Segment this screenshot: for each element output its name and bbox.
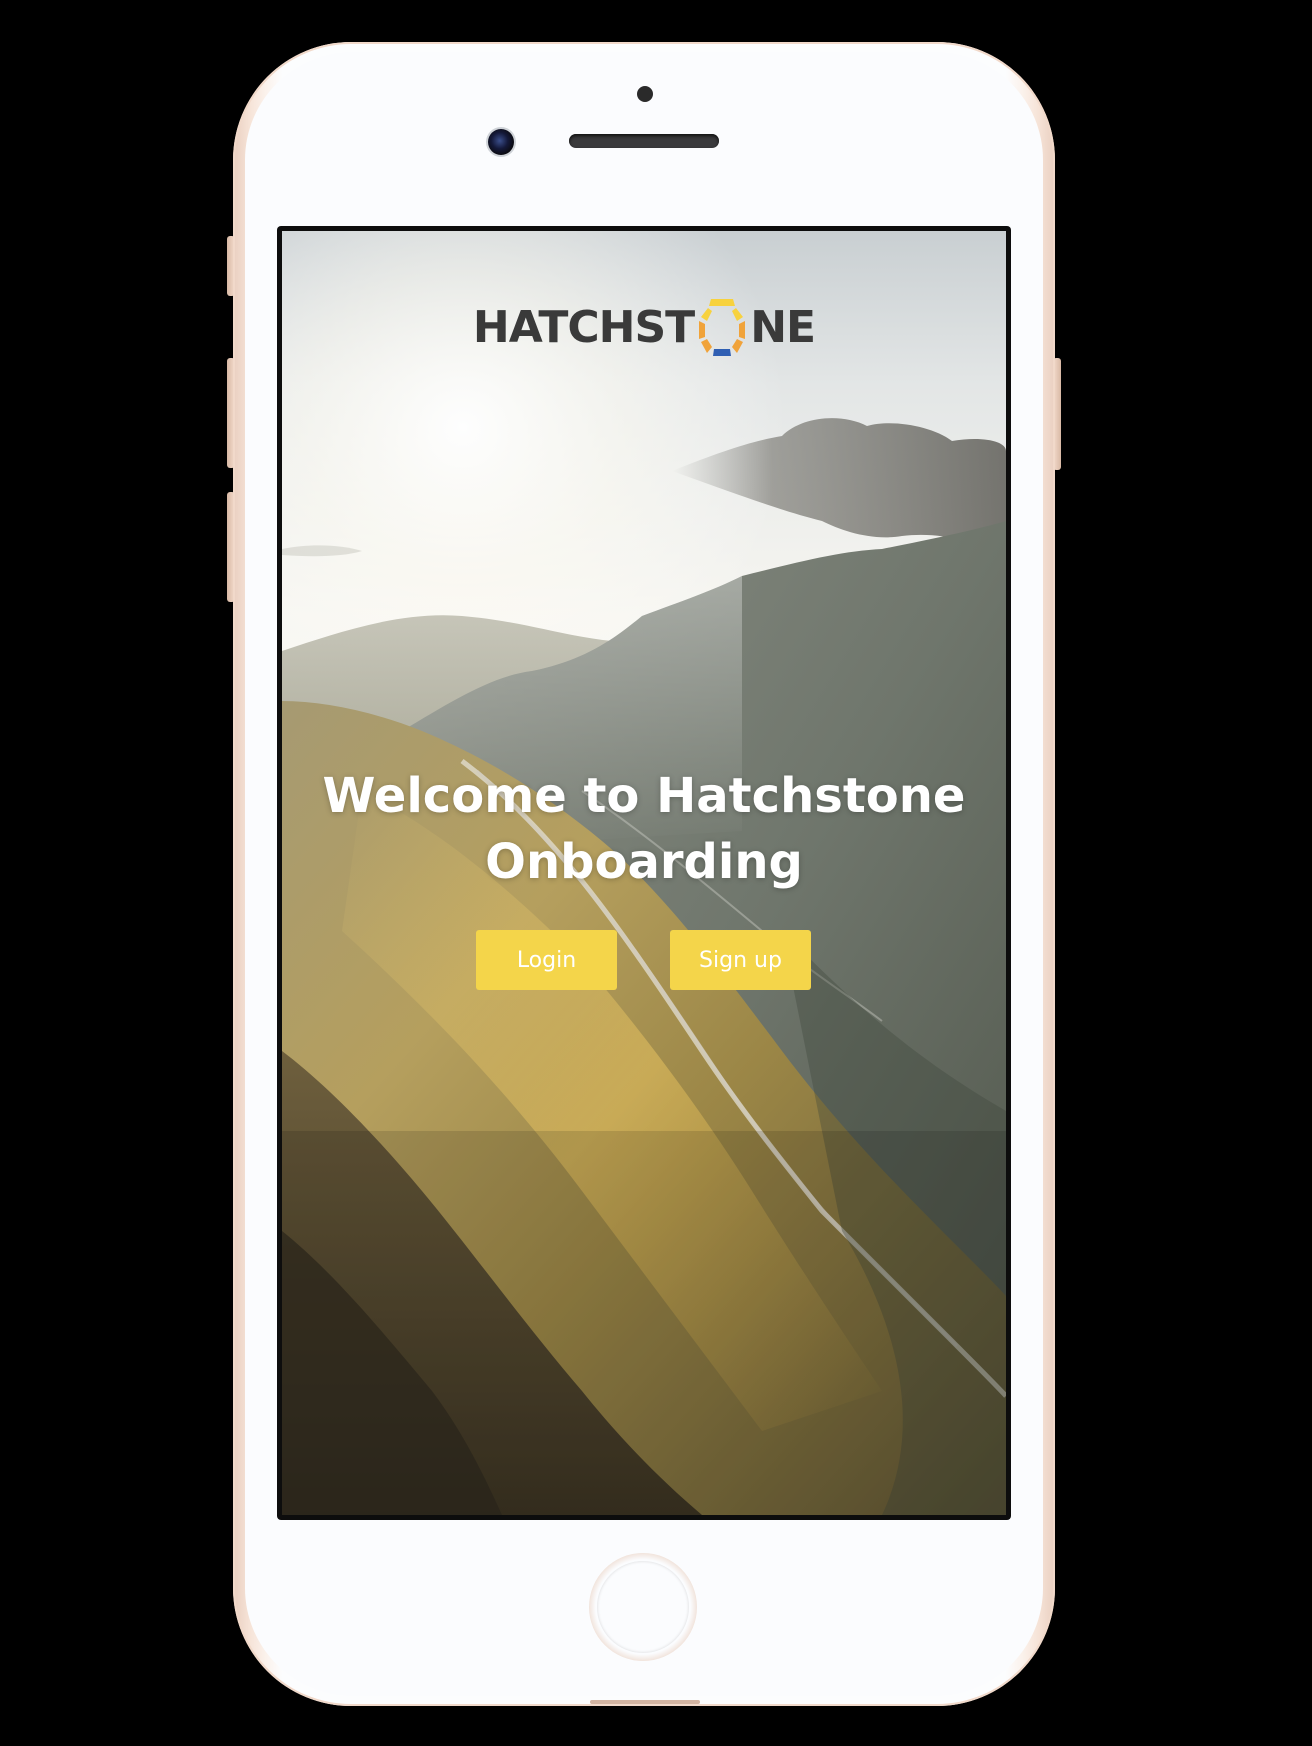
bottom-edge-seam <box>590 1700 700 1704</box>
welcome-line-2: Onboarding <box>485 834 803 890</box>
proximity-sensor <box>637 86 653 102</box>
logo-text-right: NE <box>750 301 816 353</box>
device-mockup: HATCHST NE Welcome to Hatchstone Onboard… <box>0 0 1312 1746</box>
signup-button[interactable]: Sign up <box>670 930 811 990</box>
home-button-face <box>597 1561 689 1653</box>
front-camera-icon <box>488 129 514 155</box>
home-button[interactable] <box>589 1553 697 1661</box>
welcome-line-1: Welcome to Hatchstone <box>322 768 966 824</box>
logo-gem-icon <box>699 299 746 356</box>
app-welcome-screen: HATCHST NE Welcome to Hatchstone Onboard… <box>282 231 1006 1515</box>
login-button[interactable]: Login <box>476 930 617 990</box>
hatchstone-logo: HATCHST NE <box>282 297 1006 357</box>
auth-button-row: Login Sign up <box>282 930 1006 992</box>
welcome-heading: Welcome to Hatchstone Onboarding <box>282 763 1006 895</box>
logo-text-left: HATCHST <box>472 301 695 353</box>
earpiece-speaker <box>569 134 719 148</box>
phone-screen: HATCHST NE Welcome to Hatchstone Onboard… <box>277 226 1011 1520</box>
